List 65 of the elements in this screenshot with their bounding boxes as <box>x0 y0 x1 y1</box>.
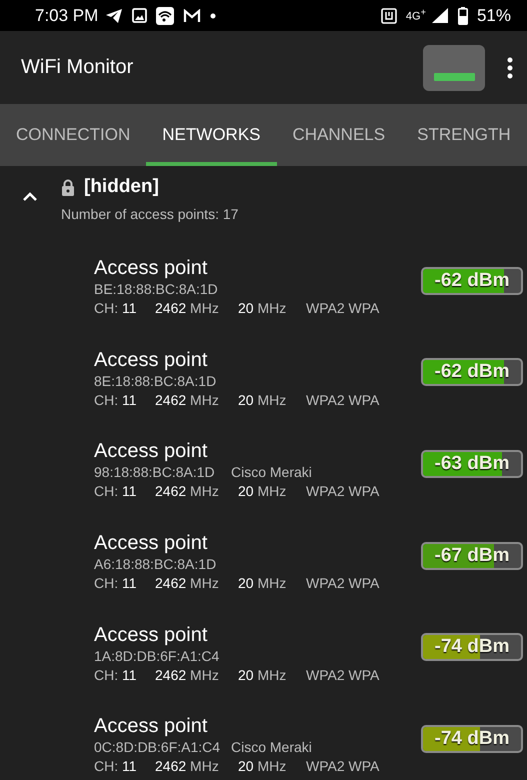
signal-reading: -67 dBm <box>434 544 510 568</box>
security-text: WPA2 WPA <box>306 574 380 594</box>
battery-icon <box>458 6 468 24</box>
channel-text: CH: 11 <box>94 482 138 502</box>
width-text: 20 MHz <box>238 757 288 776</box>
mac-address: 98:18:88:BC:8A:1D <box>94 463 216 482</box>
access-point-count: Number of access points: 17 <box>61 206 238 222</box>
security-text: WPA2 WPA <box>306 390 380 410</box>
signal-reading: -62 dBm <box>434 360 510 384</box>
status-time: 7:03 PM <box>35 6 98 26</box>
mac-address: A6:18:88:BC:8A:1D <box>94 555 218 574</box>
width-text: 20 MHz <box>238 299 288 318</box>
access-point-title: Access point <box>94 440 208 464</box>
channel-text: CH: 11 <box>94 390 138 410</box>
vendor-name: Cisco Meraki <box>231 463 312 482</box>
signal-reading: -74 dBm <box>434 635 510 660</box>
nfc-icon <box>380 8 397 24</box>
mac-address: 0C:8D:DB:6F:A1:C4 <box>94 738 222 758</box>
image-icon <box>132 8 148 23</box>
signal-reading: -74 dBm <box>434 726 510 751</box>
tab[interactable]: CONNECTION <box>0 104 146 166</box>
mail-icon <box>183 8 202 22</box>
frequency-text: 2462 MHz <box>155 390 220 410</box>
access-point-title: Access point <box>94 624 208 647</box>
frequency-text: 2462 MHz <box>155 299 220 318</box>
frequency-text: 2462 MHz <box>155 757 220 776</box>
width-text: 20 MHz <box>238 482 288 502</box>
tab[interactable]: CHANNELS <box>276 104 402 166</box>
access-point-title: Access point <box>94 532 208 556</box>
app-title: WiFi Monitor <box>21 56 134 79</box>
frequency-text: 2462 MHz <box>155 482 220 502</box>
collapse-icon[interactable] <box>22 191 38 201</box>
security-text: WPA2 WPA <box>306 299 380 318</box>
battery-level: 51% <box>476 6 511 26</box>
channel-text: CH: 11 <box>94 299 138 318</box>
tab[interactable]: NETWORKS <box>146 104 277 166</box>
frequency-text: 2462 MHz <box>155 666 220 685</box>
security-text: WPA2 WPA <box>306 482 380 502</box>
meter-button[interactable] <box>423 44 485 90</box>
network-type: 4G$^{+}$ <box>406 8 426 23</box>
network-name: [hidden] <box>84 176 159 198</box>
tab[interactable]: STRENGTH <box>401 104 527 166</box>
more-menu-icon[interactable] <box>507 56 513 78</box>
width-text: 20 MHz <box>238 666 288 685</box>
signal-icon <box>430 7 449 24</box>
frequency-text: 2462 MHz <box>155 574 220 594</box>
access-point-title: Access point <box>94 348 208 372</box>
access-point-title: Access point <box>94 715 208 738</box>
security-text: WPA2 WPA <box>306 757 380 776</box>
width-text: 20 MHz <box>238 390 288 410</box>
access-point-title: Access point <box>94 257 208 280</box>
security-text: WPA2 WPA <box>306 666 380 685</box>
signal-reading: -62 dBm <box>434 268 510 293</box>
send-icon <box>105 8 124 24</box>
channel-text: CH: 11 <box>94 666 138 685</box>
signal-reading: -63 dBm <box>434 452 510 476</box>
dot-icon <box>210 12 216 18</box>
mac-address: BE:18:88:BC:8A:1D <box>94 280 219 300</box>
mac-address: 8E:18:88:BC:8A:1D <box>94 372 218 391</box>
mac-address: 1A:8D:DB:6F:A1:C4 <box>94 646 220 666</box>
channel-text: CH: 11 <box>94 757 138 776</box>
wifi-app-icon <box>156 6 174 24</box>
vendor-name: Cisco Meraki <box>231 738 312 758</box>
width-text: 20 MHz <box>238 574 288 594</box>
channel-text: CH: 11 <box>94 574 138 594</box>
